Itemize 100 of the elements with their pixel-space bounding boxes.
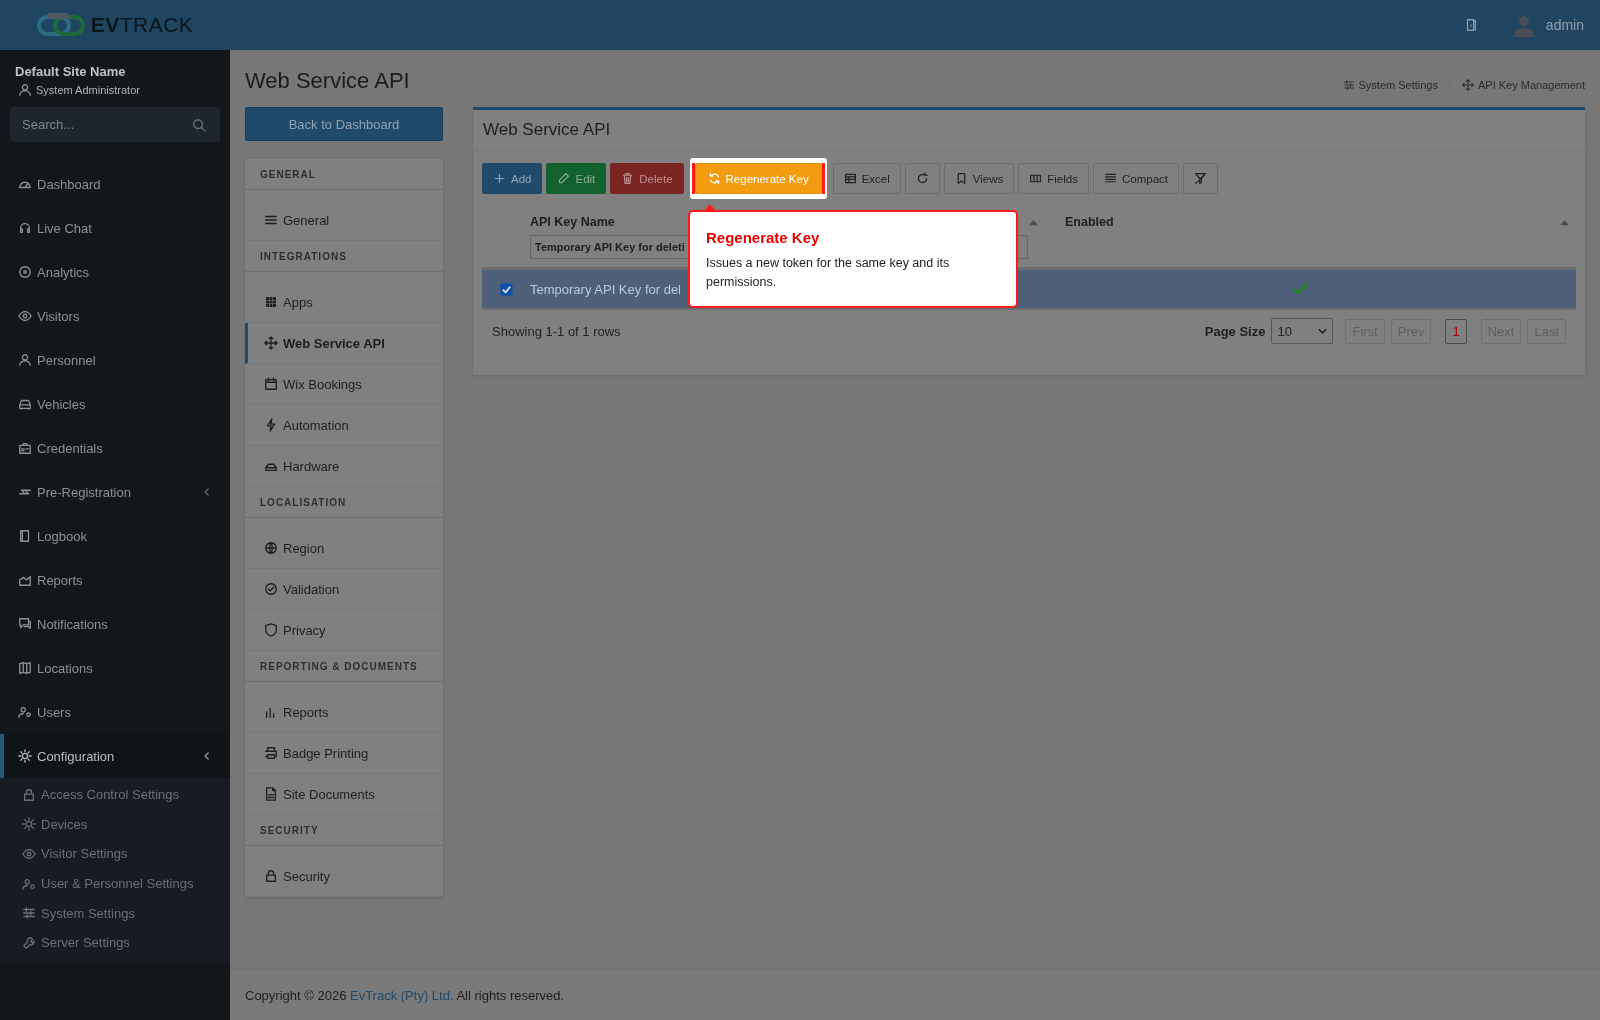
section-heading: REPORTING & DOCUMENTS — [245, 651, 443, 682]
breadcrumb-link[interactable]: API Key Management — [1478, 79, 1585, 91]
settings-nav-item[interactable]: Site Documents — [245, 774, 443, 815]
submenu-item[interactable]: Devices — [0, 809, 230, 840]
icon-button[interactable] — [904, 163, 940, 194]
sidebar-item[interactable]: Configuration — [0, 734, 230, 778]
settings-nav-item[interactable]: Badge Printing — [245, 733, 443, 774]
gear-icon — [18, 749, 32, 763]
sidebar-item[interactable]: Logbook — [0, 514, 230, 558]
section-heading: INTEGRATIONS — [245, 241, 443, 272]
settings-nav-item[interactable]: Wix Bookings — [245, 364, 443, 405]
sort-icon[interactable] — [1559, 218, 1570, 226]
column-header[interactable]: API Key Name — [530, 215, 615, 229]
pencil-icon — [557, 172, 571, 185]
settings-nav-item[interactable]: Apps — [245, 282, 443, 323]
headset-icon — [18, 221, 32, 235]
filter-clear-icon — [1194, 172, 1207, 185]
submenu-item[interactable]: User & Personnel Settings — [0, 868, 230, 899]
toolbar-button[interactable]: Fields — [1018, 163, 1089, 194]
sidebar-item[interactable]: Visitors — [0, 294, 230, 338]
lines-icon — [1103, 172, 1117, 185]
submenu-item[interactable]: Visitor Settings — [0, 839, 230, 869]
sidebar-item[interactable]: Reports — [0, 558, 230, 602]
column-header[interactable]: Enabled — [1065, 215, 1114, 229]
columns-icon — [1029, 172, 1043, 185]
site-name: Default Site Name — [14, 63, 127, 81]
list-icon — [264, 213, 278, 227]
card-title: Web Service API — [473, 110, 1585, 151]
settings-nav-item[interactable]: General — [245, 200, 443, 241]
map-icon — [18, 661, 32, 675]
settings-nav-item[interactable]: Region — [245, 528, 443, 569]
sidebar-item[interactable]: Locations — [0, 646, 230, 690]
page-size-select[interactable]: 10 — [1271, 318, 1334, 344]
wrench-icon — [22, 935, 36, 950]
move-icon — [1462, 79, 1474, 91]
key-name-link[interactable]: Temporary API Key for del — [530, 282, 681, 297]
settings-nav-item[interactable]: Security — [245, 856, 443, 897]
reload-icon — [915, 172, 929, 185]
user-role: System Administrator — [36, 84, 140, 96]
row-checkbox[interactable] — [499, 282, 513, 296]
sidebar-item[interactable]: Users — [0, 690, 230, 734]
settings-nav-item[interactable]: Automation — [245, 405, 443, 446]
settings-nav-item[interactable]: Hardware — [245, 446, 443, 487]
sidebar-item[interactable]: Personnel — [0, 338, 230, 382]
company-link[interactable]: EvTrack (Pty) Ltd. — [350, 987, 454, 1003]
toolbar-button[interactable]: Compact — [1092, 163, 1179, 194]
settings-nav-item[interactable]: Privacy — [245, 610, 443, 651]
gear-icon — [22, 817, 36, 832]
settings-nav-item[interactable]: Reports — [245, 692, 443, 733]
chevron-left-icon[interactable] — [202, 487, 212, 497]
lock-icon — [264, 869, 278, 883]
book-icon — [18, 529, 32, 543]
move-icon — [264, 336, 278, 350]
sliders-icon — [22, 906, 36, 921]
page-title: Web Service API — [245, 68, 410, 94]
section-heading: GENERAL — [245, 159, 443, 190]
row-count-text: Showing 1-1 of 1 rows — [492, 323, 621, 339]
search-field[interactable]: Search... — [10, 107, 220, 142]
logo-text: EVTRACK — [90, 13, 194, 37]
users-icon — [22, 876, 36, 891]
person-icon — [18, 83, 32, 97]
settings-nav-item[interactable]: Validation — [245, 569, 443, 610]
toolbar-button[interactable]: Delete — [610, 163, 684, 194]
plus-icon — [493, 172, 506, 185]
submenu-item[interactable]: Access Control Settings — [0, 780, 230, 810]
back-button[interactable]: Back to Dashboard — [245, 107, 443, 141]
grid-icon — [264, 295, 278, 309]
id-card-icon — [18, 441, 32, 455]
sidebar-item[interactable]: Vehicles — [0, 382, 230, 426]
table-icon — [843, 172, 857, 185]
section-heading: LOCALISATION — [245, 487, 443, 518]
bolt-icon — [264, 418, 278, 432]
sidebar-item[interactable]: Dashboard — [0, 162, 230, 206]
sidebar-item[interactable]: Notifications — [0, 602, 230, 646]
toolbar-button[interactable]: Add — [482, 163, 543, 194]
sidebar-item[interactable]: Credentials — [0, 426, 230, 470]
chevron-down-icon[interactable] — [1318, 328, 1328, 334]
person-icon — [18, 353, 32, 367]
toolbar-button[interactable]: Edit — [546, 163, 607, 194]
users-icon — [18, 705, 32, 719]
page-size-label: Page Size — [1204, 323, 1266, 339]
sort-icon[interactable] — [1028, 218, 1039, 226]
regenerate-button[interactable]: Regenerate Key — [694, 163, 822, 194]
toolbar-button[interactable]: Excel — [832, 163, 901, 194]
sidebar-item[interactable]: Pre-Registration — [0, 470, 230, 514]
submenu-item[interactable]: Server Settings — [0, 927, 230, 958]
lock-icon — [22, 787, 36, 802]
submenu-item[interactable]: System Settings — [0, 898, 230, 928]
username[interactable]: admin — [1545, 17, 1584, 33]
sidebar-item[interactable]: Analytics — [0, 250, 230, 294]
toolbar-button[interactable]: Views — [943, 163, 1015, 194]
sidebar-item[interactable]: Live Chat — [0, 206, 230, 250]
icon-button[interactable] — [1183, 163, 1218, 194]
chevron-left-icon[interactable] — [202, 751, 212, 761]
settings-nav-item[interactable]: Web Service API — [245, 323, 443, 364]
printer-icon — [264, 746, 278, 760]
refresh-icon — [707, 172, 721, 185]
sliders-icon — [1342, 79, 1355, 91]
calendar-icon — [264, 377, 278, 391]
breadcrumb-link[interactable]: System Settings — [1358, 79, 1438, 91]
